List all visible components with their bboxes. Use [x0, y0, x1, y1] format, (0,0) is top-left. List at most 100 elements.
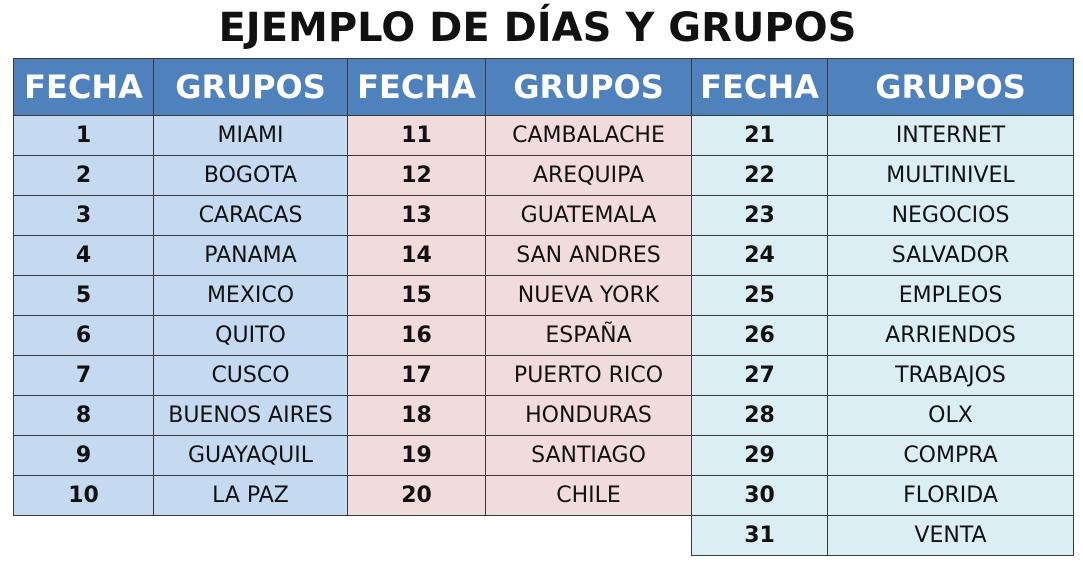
fecha-cell: 19: [347, 435, 486, 476]
fecha-cell: 18: [347, 395, 486, 436]
header-row: FECHA GRUPOS: [13, 58, 348, 116]
table-row: 2 BOGOTA: [13, 155, 348, 196]
table-row: 20 CHILE: [347, 475, 692, 516]
grupo-cell: LA PAZ: [153, 475, 348, 516]
grupo-cell: SANTIAGO: [485, 435, 692, 476]
table-row: 14 SAN ANDRES: [347, 235, 692, 276]
grupo-cell: HONDURAS: [485, 395, 692, 436]
table-row: 6 QUITO: [13, 315, 348, 356]
fecha-cell: 1: [13, 115, 154, 156]
fecha-cell: 20: [347, 475, 486, 516]
grupo-cell: QUITO: [153, 315, 348, 356]
table-body: 21 INTERNET 22 MULTINIVEL 23 NEGOCIOS 24 SALVAD…: [691, 115, 1074, 556]
fecha-cell: 26: [691, 315, 828, 356]
fecha-cell: 22: [691, 155, 828, 196]
table-row: 16 ESPAÑA: [347, 315, 692, 356]
fecha-cell: 17: [347, 355, 486, 396]
grupos-header: GRUPOS: [485, 58, 692, 116]
grupos-header: GRUPOS: [827, 58, 1074, 116]
grupo-cell: BOGOTA: [153, 155, 348, 196]
grupo-cell: VENTA: [827, 515, 1074, 556]
table-row: 23 NEGOCIOS: [691, 195, 1074, 236]
table-row: 1 MIAMI: [13, 115, 348, 156]
schedule-table-2: FECHA GRUPOS 11 CAMBALACHE 12 AREQUIPA 13 GUA…: [347, 58, 692, 516]
grupo-cell: INTERNET: [827, 115, 1074, 156]
table-row: 26 ARRIENDOS: [691, 315, 1074, 356]
grupo-cell: CAMBALACHE: [485, 115, 692, 156]
fecha-cell: 11: [347, 115, 486, 156]
fecha-cell: 5: [13, 275, 154, 316]
table-row: 11 CAMBALACHE: [347, 115, 692, 156]
fecha-cell: 7: [13, 355, 154, 396]
fecha-cell: 28: [691, 395, 828, 436]
table-row: 25 EMPLEOS: [691, 275, 1074, 316]
table-body: 11 CAMBALACHE 12 AREQUIPA 13 GUATEMALA 14 SAN A…: [347, 115, 692, 516]
fecha-cell: 6: [13, 315, 154, 356]
fecha-cell: 21: [691, 115, 828, 156]
fecha-cell: 23: [691, 195, 828, 236]
grupo-cell: CHILE: [485, 475, 692, 516]
table-row: 5 MEXICO: [13, 275, 348, 316]
table-row: 4 PANAMA: [13, 235, 348, 276]
fecha-cell: 16: [347, 315, 486, 356]
grupo-cell: EMPLEOS: [827, 275, 1074, 316]
fecha-cell: 27: [691, 355, 828, 396]
fecha-cell: 31: [691, 515, 828, 556]
fecha-cell: 4: [13, 235, 154, 276]
table-row: 19 SANTIAGO: [347, 435, 692, 476]
fecha-header: FECHA: [347, 58, 486, 116]
table-row: 27 TRABAJOS: [691, 355, 1074, 396]
fecha-cell: 30: [691, 475, 828, 516]
table-row: 31 VENTA: [691, 515, 1074, 556]
fecha-cell: 29: [691, 435, 828, 476]
table-row: 3 CARACAS: [13, 195, 348, 236]
fecha-cell: 14: [347, 235, 486, 276]
fecha-cell: 2: [13, 155, 154, 196]
fecha-header: FECHA: [691, 58, 828, 116]
grupo-cell: GUAYAQUIL: [153, 435, 348, 476]
grupo-cell: MULTINIVEL: [827, 155, 1074, 196]
schedule-table-1: FECHA GRUPOS 1 MIAMI 2 BOGOTA 3 CARACAS 4 PANAM…: [13, 58, 348, 516]
table-row: 22 MULTINIVEL: [691, 155, 1074, 196]
grupo-cell: AREQUIPA: [485, 155, 692, 196]
grupo-cell: TRABAJOS: [827, 355, 1074, 396]
table-row: 12 AREQUIPA: [347, 155, 692, 196]
table-row: 28 OLX: [691, 395, 1074, 436]
fecha-cell: 15: [347, 275, 486, 316]
grupos-header: GRUPOS: [153, 58, 348, 116]
table-row: 18 HONDURAS: [347, 395, 692, 436]
table-row: 24 SALVADOR: [691, 235, 1074, 276]
grupo-cell: FLORIDA: [827, 475, 1074, 516]
table-row: 30 FLORIDA: [691, 475, 1074, 516]
grupo-cell: SAN ANDRES: [485, 235, 692, 276]
grupo-cell: MIAMI: [153, 115, 348, 156]
schedule-table-3: FECHA GRUPOS 21 INTERNET 22 MULTINIVEL 23 NEG…: [691, 58, 1074, 556]
table-row: 8 BUENOS AIRES: [13, 395, 348, 436]
fecha-cell: 13: [347, 195, 486, 236]
fecha-header: FECHA: [13, 58, 154, 116]
grupo-cell: PUERTO RICO: [485, 355, 692, 396]
fecha-cell: 3: [13, 195, 154, 236]
table-row: 13 GUATEMALA: [347, 195, 692, 236]
grupo-cell: ARRIENDOS: [827, 315, 1074, 356]
grupo-cell: ESPAÑA: [485, 315, 692, 356]
grupo-cell: NUEVA YORK: [485, 275, 692, 316]
fecha-cell: 8: [13, 395, 154, 436]
fecha-cell: 9: [13, 435, 154, 476]
table-row: 7 CUSCO: [13, 355, 348, 396]
table-row: 21 INTERNET: [691, 115, 1074, 156]
grupo-cell: GUATEMALA: [485, 195, 692, 236]
header-row: FECHA GRUPOS: [691, 58, 1074, 116]
table-row: 10 LA PAZ: [13, 475, 348, 516]
fecha-cell: 25: [691, 275, 828, 316]
table-row: 9 GUAYAQUIL: [13, 435, 348, 476]
table-row: 15 NUEVA YORK: [347, 275, 692, 316]
page-title: EJEMPLO DE DÍAS Y GRUPOS: [218, 5, 857, 51]
grupo-cell: SALVADOR: [827, 235, 1074, 276]
grupo-cell: MEXICO: [153, 275, 348, 316]
fecha-cell: 12: [347, 155, 486, 196]
grupo-cell: CUSCO: [153, 355, 348, 396]
table-body: 1 MIAMI 2 BOGOTA 3 CARACAS 4 PANAMA 5 MEXICO 6 QUIT…: [13, 115, 348, 516]
fecha-cell: 10: [13, 475, 154, 516]
grupo-cell: COMPRA: [827, 435, 1074, 476]
